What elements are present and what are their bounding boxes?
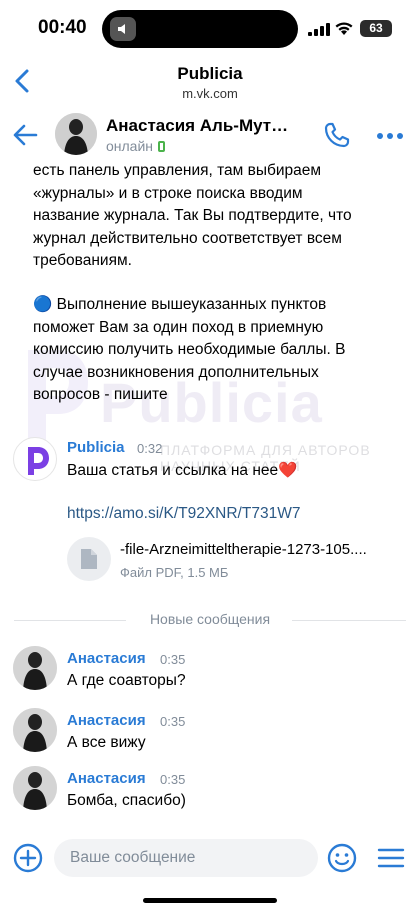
message-line: случае возникновения дополнительных (33, 363, 319, 381)
online-status-label: онлайн (106, 138, 154, 154)
message-line: требованиям. (33, 252, 132, 269)
message-line: есть панель управления, там выбираем (33, 162, 322, 179)
home-indicator[interactable] (143, 898, 277, 903)
more-icon[interactable] (375, 126, 405, 146)
dynamic-island (102, 10, 298, 48)
sender-avatar[interactable] (13, 708, 57, 752)
message-text: А где соавторы? (67, 672, 186, 689)
file-meta: Файл PDF, 1.5 МБ (120, 565, 229, 580)
divider-label: Новые сообщения (149, 611, 271, 627)
message-text: А все вижу (67, 734, 146, 751)
sender-name[interactable]: Анастасия (67, 712, 146, 729)
message-line: 🔵 Выполнение вышеуказанных пунктов (33, 296, 327, 313)
sender-avatar[interactable] (13, 766, 57, 810)
wifi-icon (335, 22, 353, 35)
message-time: 0:35 (160, 714, 186, 729)
audio-icon (110, 17, 136, 41)
file-name[interactable]: -file-Arzneimitteltherapie-1273-105.... (120, 541, 367, 558)
message-time: 0:32 (137, 441, 163, 456)
sender-name[interactable]: Publicia (67, 439, 125, 456)
message-line: журнал действительно соответствует всем (33, 229, 342, 247)
message-publicia[interactable]: Publicia 0:32 Ваша статья и ссылка на не… (0, 435, 420, 595)
message-time: 0:35 (160, 772, 186, 787)
menu-icon[interactable] (376, 846, 406, 870)
contact-avatar[interactable] (55, 113, 97, 155)
mobile-online-icon (158, 141, 166, 152)
message-line: название журнала. Так Вы подтвердите, чт… (33, 207, 352, 224)
message-line: вопросов - пишите (33, 386, 168, 403)
sender-avatar[interactable] (13, 646, 57, 690)
message-reply[interactable]: Анастасия 0:35 Бомба, спасибо) (0, 766, 420, 816)
sender-name[interactable]: Анастасия (67, 650, 146, 667)
sender-name[interactable]: Анастасия (67, 770, 146, 787)
site-name: Publicia (177, 64, 243, 83)
message-list[interactable]: Publicia ПЛАТФОРМА ДЛЯ АВТОРОВ НАУЧНЫХ С… (0, 160, 420, 832)
status-time: 00:40 (38, 17, 87, 38)
message-line: комиссию получить необходимые баллы. В (33, 341, 346, 358)
file-icon[interactable] (67, 537, 111, 581)
message-input[interactable] (54, 839, 318, 877)
contact-name[interactable]: Анастасия Аль-Мут… (106, 116, 288, 136)
chat-header: Анастасия Аль-Мут… онлайн (0, 110, 420, 160)
message-text: Бомба, спасибо) (67, 792, 186, 809)
message-reply[interactable]: Анастасия 0:35 А где соавторы? (0, 646, 420, 696)
browser-header: Publicia m.vk.com (0, 58, 420, 104)
emoji-icon[interactable] (326, 842, 358, 874)
message-link[interactable]: https://amo.si/K/T92XNR/T731W7 (67, 505, 300, 523)
site-url[interactable]: m.vk.com (0, 86, 420, 101)
message-text: Ваша статья и ссылка на нее❤️ (67, 462, 298, 479)
add-attachment-icon[interactable] (12, 842, 44, 874)
signal-icon (308, 23, 330, 36)
back-arrow-icon[interactable] (10, 120, 40, 150)
phone-icon[interactable] (322, 120, 352, 150)
message-line: поможет Вам за один поход в приемную (33, 318, 324, 336)
contact-status: онлайн (106, 138, 166, 154)
divider-line (292, 620, 406, 621)
new-messages-divider: Новые сообщения (0, 610, 420, 630)
publicia-avatar[interactable] (13, 437, 57, 481)
status-bar: 00:40 63 (0, 0, 420, 58)
message-composer (0, 834, 420, 884)
message-reply[interactable]: Анастасия 0:35 А все вижу (0, 708, 420, 758)
message-time: 0:35 (160, 652, 186, 667)
battery-indicator: 63 (360, 20, 392, 37)
message-line: «журналы» и в строке поиска вводим (33, 184, 303, 202)
